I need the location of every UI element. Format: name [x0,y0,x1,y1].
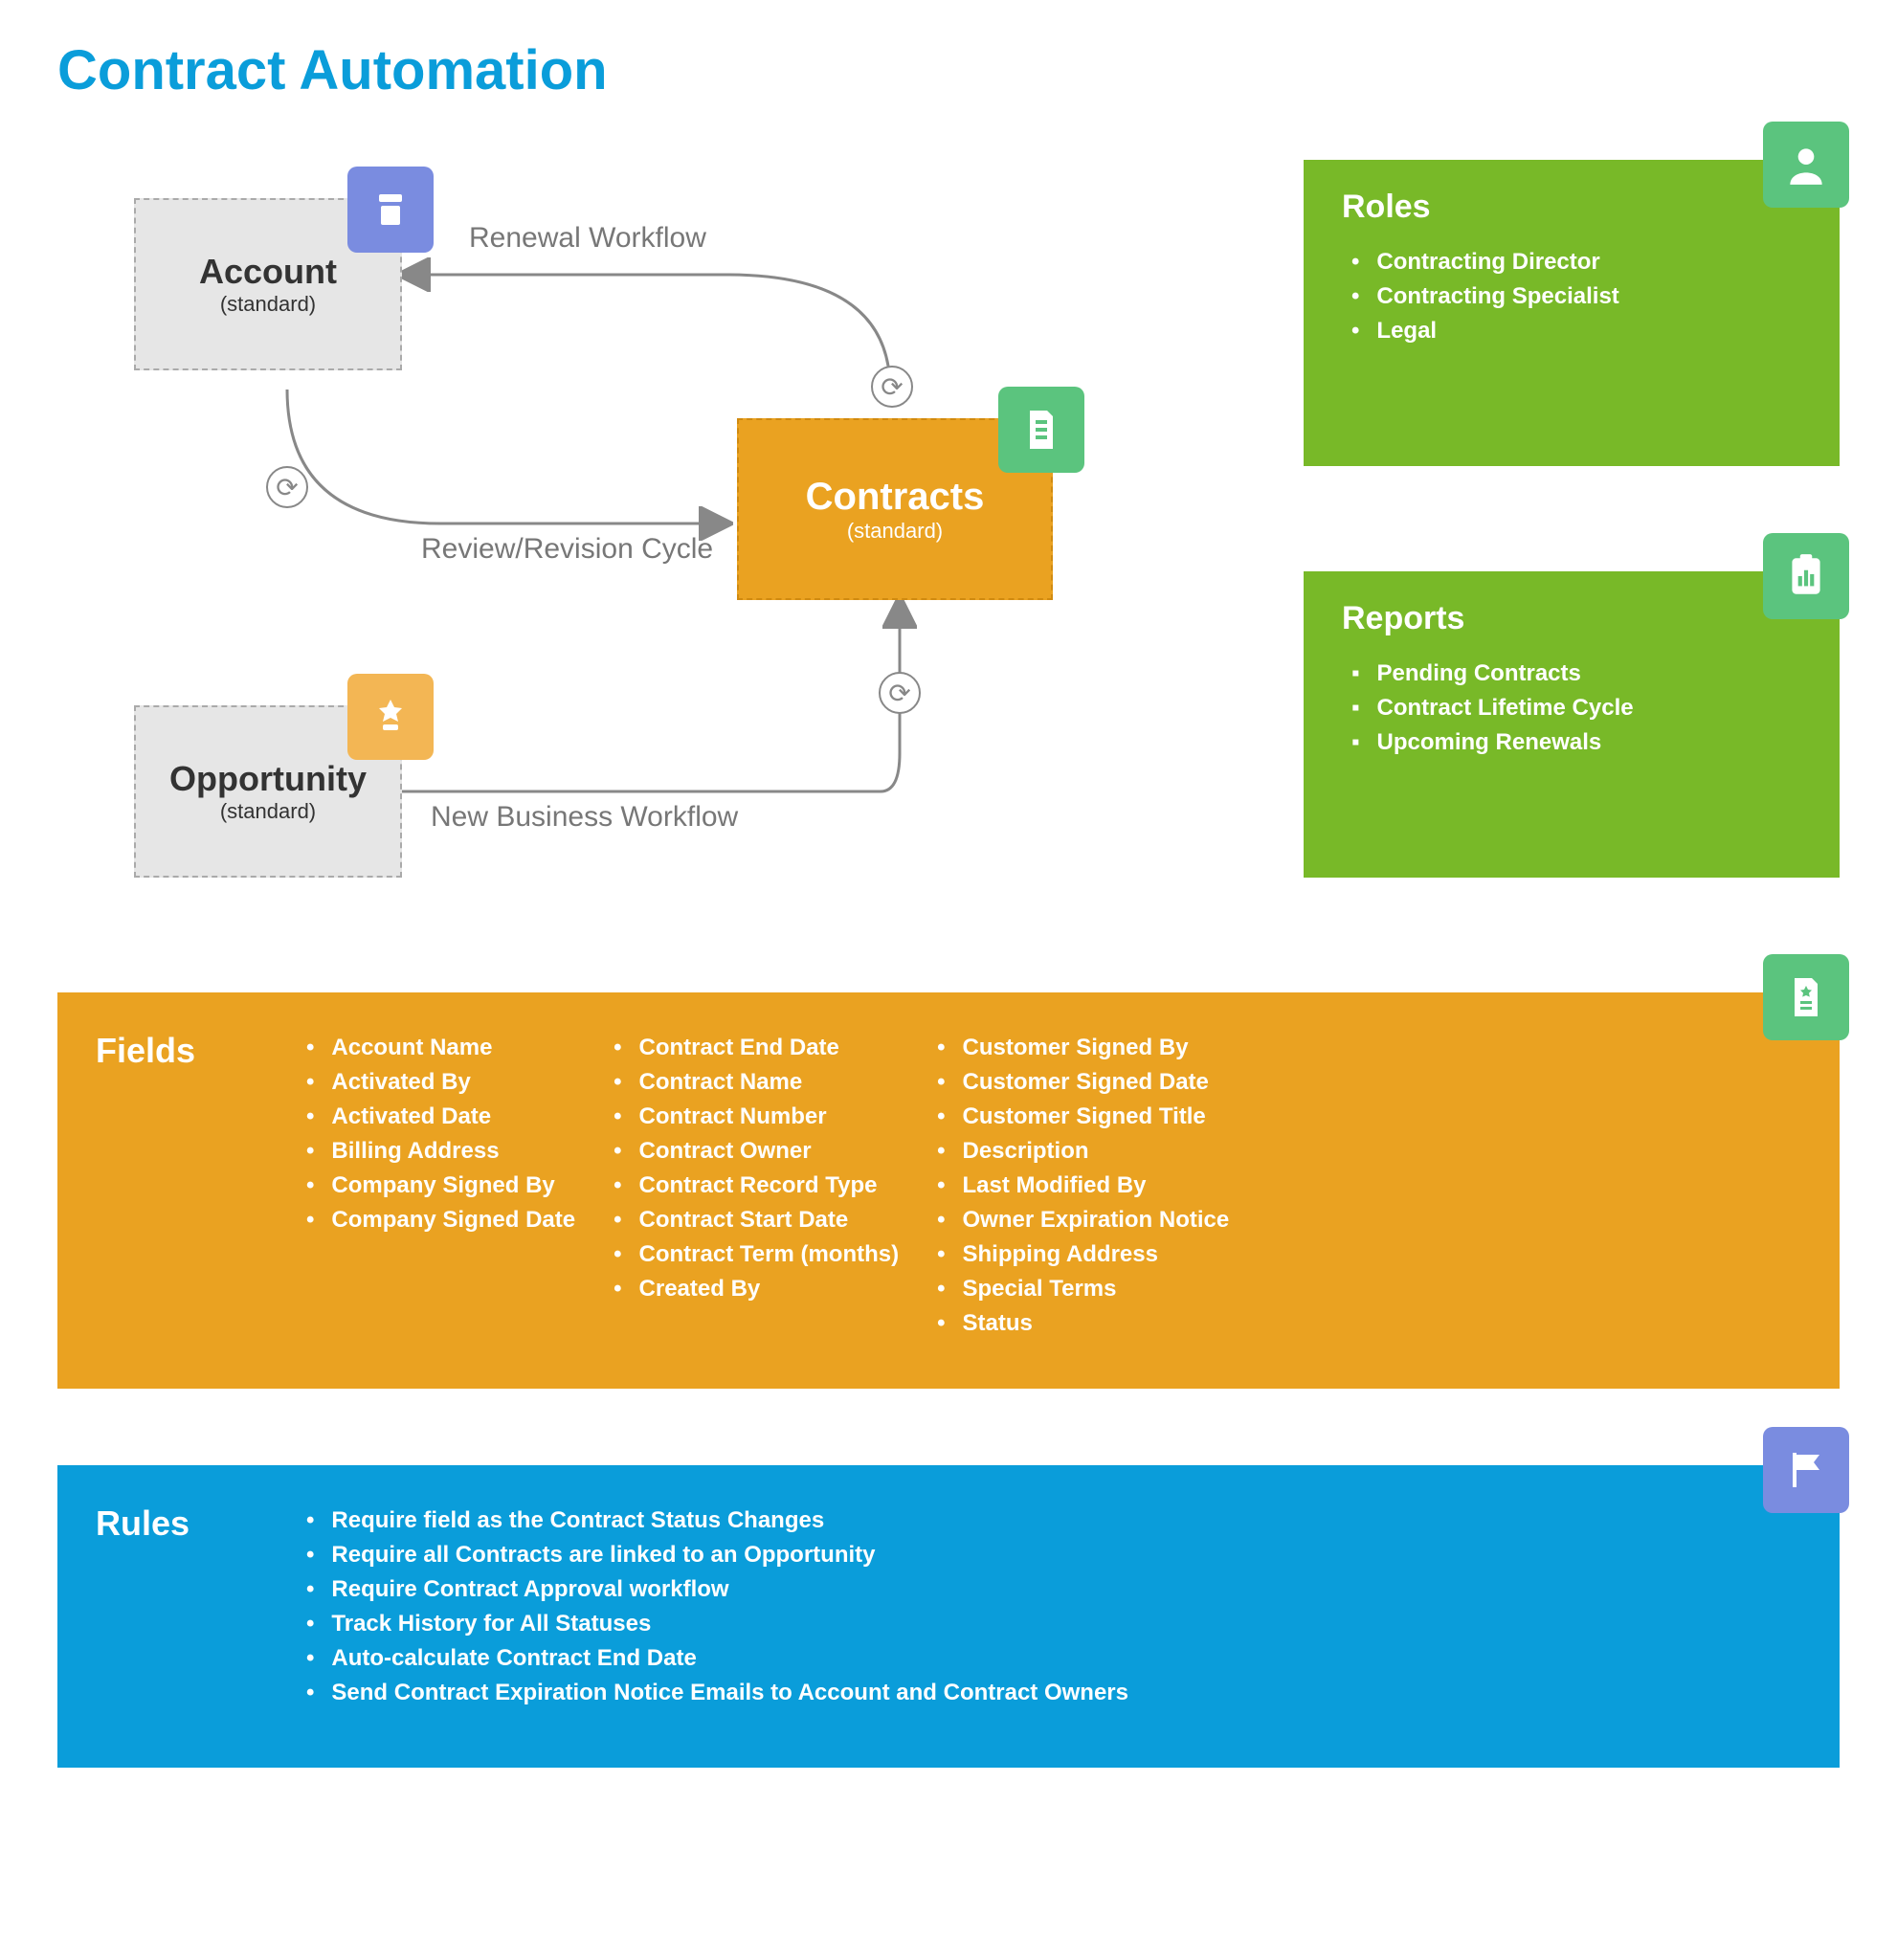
list-item: Require field as the Contract Status Cha… [306,1503,1128,1538]
object-contracts-subtitle: (standard) [847,519,943,544]
roles-title: Roles [1342,189,1801,226]
list-item: Contract Number [614,1100,899,1134]
list-item: Contracting Specialist [1351,279,1801,314]
roles-list: Contracting Director Contracting Special… [1342,245,1801,348]
reports-title: Reports [1342,600,1801,637]
list-item: Customer Signed By [937,1031,1229,1065]
fields-col-1: Account Name Activated By Activated Date… [306,1031,575,1341]
contracts-icon [998,387,1084,473]
list-item: Account Name [306,1031,575,1065]
rules-title: Rules [96,1503,306,1710]
list-item: Activated By [306,1065,575,1100]
user-icon [1763,122,1849,208]
reports-list: Pending Contracts Contract Lifetime Cycl… [1342,657,1801,760]
fields-col-3: Customer Signed By Customer Signed Date … [937,1031,1229,1341]
flow-label-newbiz: New Business Workflow [431,801,738,834]
list-item: Customer Signed Title [937,1100,1229,1134]
flag-icon [1763,1427,1849,1513]
list-item: Created By [614,1272,899,1306]
list-item: Pending Contracts [1351,657,1801,691]
list-item: Company Signed Date [306,1203,575,1237]
object-account: Account (standard) [134,198,402,370]
fields-col-2: Contract End Date Contract Name Contract… [614,1031,899,1341]
page-title: Contract Automation [57,38,1840,102]
fields-panel: Fields Account Name Activated By Activat… [57,992,1840,1389]
list-item: Last Modified By [937,1169,1229,1203]
flow-label-renewal: Renewal Workflow [469,222,706,255]
list-item: Status [937,1306,1229,1341]
object-contracts-name: Contracts [806,476,985,519]
list-item: Upcoming Renewals [1351,725,1801,760]
list-item: Activated Date [306,1100,575,1134]
object-opportunity: Opportunity (standard) [134,705,402,878]
list-item: Require all Contracts are linked to an O… [306,1538,1128,1572]
rules-list: Require field as the Contract Status Cha… [306,1503,1128,1710]
list-item: Send Contract Expiration Notice Emails t… [306,1676,1128,1710]
clipboard-chart-icon [1763,533,1849,619]
list-item: Description [937,1134,1229,1169]
sync-icon [871,366,913,408]
list-item: Shipping Address [937,1237,1229,1272]
flow-label-review: Review/Revision Cycle [421,533,713,566]
list-item: Customer Signed Date [937,1065,1229,1100]
object-opportunity-subtitle: (standard) [220,799,316,824]
list-item: Contract Term (months) [614,1237,899,1272]
list-item: Auto-calculate Contract End Date [306,1641,1128,1676]
rules-panel: Rules Require field as the Contract Stat… [57,1465,1840,1768]
diagram-area: Renewal Workflow Review/Revision Cycle N… [57,141,1840,964]
list-item: Contract End Date [614,1031,899,1065]
list-item: Company Signed By [306,1169,575,1203]
roles-panel: Roles Contracting Director Contracting S… [1304,160,1840,466]
fields-title: Fields [96,1031,306,1341]
list-item: Billing Address [306,1134,575,1169]
opportunity-icon [347,674,434,760]
reports-panel: Reports Pending Contracts Contract Lifet… [1304,571,1840,878]
list-item: Special Terms [937,1272,1229,1306]
list-item: Require Contract Approval workflow [306,1572,1128,1607]
object-account-subtitle: (standard) [220,292,316,317]
account-icon [347,167,434,253]
sync-icon [879,672,921,714]
list-item: Legal [1351,314,1801,348]
object-opportunity-name: Opportunity [169,759,367,799]
list-item: Contract Lifetime Cycle [1351,691,1801,725]
list-item: Contract Name [614,1065,899,1100]
list-item: Contracting Director [1351,245,1801,279]
list-item: Owner Expiration Notice [937,1203,1229,1237]
list-item: Contract Start Date [614,1203,899,1237]
object-account-name: Account [199,252,337,292]
list-item: Contract Owner [614,1134,899,1169]
document-star-icon [1763,954,1849,1040]
list-item: Contract Record Type [614,1169,899,1203]
sync-icon [266,466,308,508]
list-item: Track History for All Statuses [306,1607,1128,1641]
object-contracts: Contracts (standard) [737,418,1053,600]
